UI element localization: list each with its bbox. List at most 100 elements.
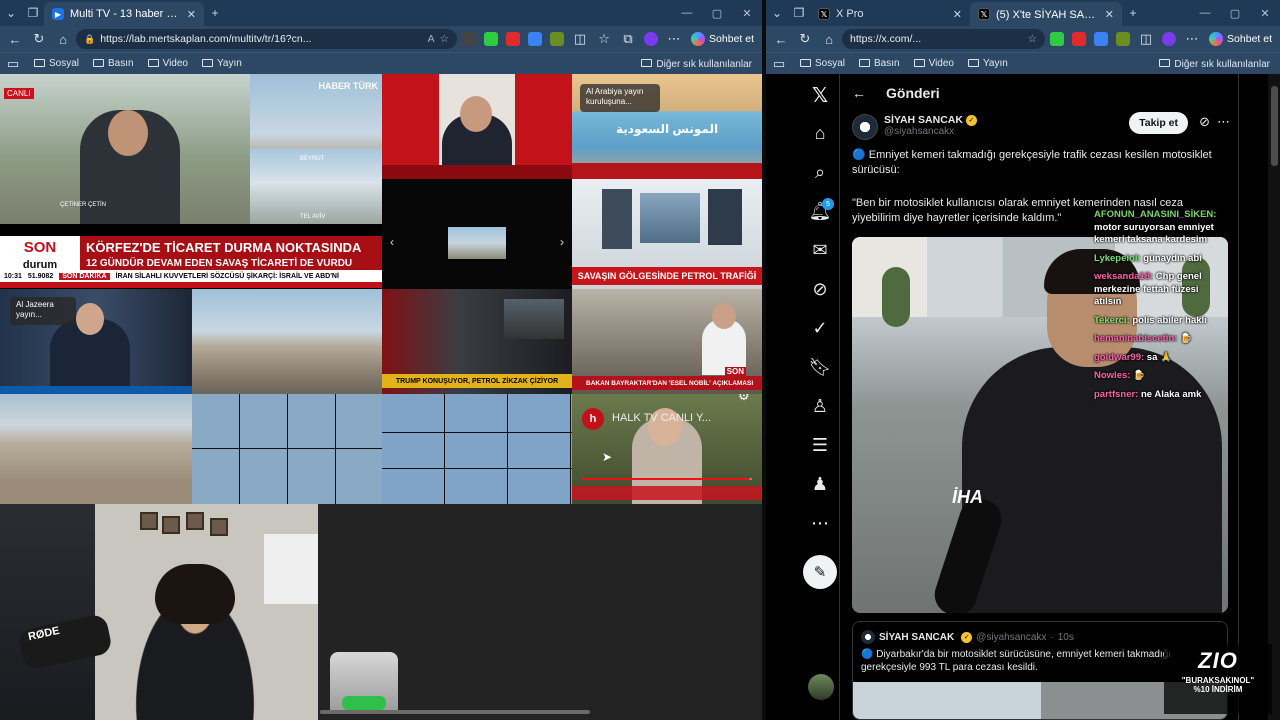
refresh-icon[interactable]: ↻	[794, 28, 816, 50]
new-tab-icon[interactable]: +	[1122, 2, 1144, 24]
tv-jerusalem-cam[interactable]	[0, 394, 192, 504]
address-bar[interactable]: 🔒 https://lab.mertskaplan.com/multitv/tr…	[76, 29, 458, 49]
bookmark-basin[interactable]: Basın	[93, 58, 134, 69]
back-icon[interactable]: ←	[4, 28, 26, 50]
back-arrow-icon[interactable]: ←	[852, 85, 866, 101]
favorite-star-icon[interactable]: ☆	[1028, 33, 1037, 45]
extension-gear-icon[interactable]	[550, 32, 565, 46]
extension-gear-icon[interactable]	[1116, 32, 1131, 46]
carousel-prev-icon[interactable]: ‹	[390, 235, 394, 249]
copilot-button[interactable]: Sohbet et	[687, 32, 758, 46]
x-page: 𝕏 ⌂ ⌕ 🔔︎5 ✉ ⊘ ✓ 🔖︎ ♙ ☰ ♟ ⋯ ✎ ← Gönderi	[766, 74, 1280, 720]
maximize-icon[interactable]: ▢	[702, 0, 732, 26]
minimize-icon[interactable]: —	[1190, 0, 1220, 26]
sidebar-toggle-icon[interactable]: ▭	[772, 53, 786, 75]
video-tree	[882, 267, 910, 327]
refresh-icon[interactable]: ↻	[28, 28, 50, 50]
tv-trump-studio[interactable]: TRUMP KONUŞUYOR, PETROL ZİKZAK ÇİZİYOR	[382, 289, 572, 394]
tv-city-cam-1[interactable]	[192, 289, 382, 394]
settings-gear-icon[interactable]: ⚙	[738, 394, 756, 406]
tv-erdogan-speech[interactable]	[382, 74, 572, 179]
close-tab-icon[interactable]: ✕	[953, 8, 962, 21]
copilot-button[interactable]: Sohbet et	[1205, 32, 1276, 46]
translate-icon[interactable]	[1094, 32, 1109, 46]
profile-avatar-icon[interactable]	[1162, 32, 1177, 46]
bookmark-video[interactable]: Video	[147, 58, 188, 69]
tab-actions-icon[interactable]: ⌄	[0, 2, 22, 24]
minimize-icon[interactable]: —	[672, 0, 702, 26]
author-avatar[interactable]	[852, 114, 878, 140]
home-icon[interactable]: ⌂	[52, 28, 74, 50]
account-avatar[interactable]	[808, 674, 834, 700]
scrollbar-thumb[interactable]	[1271, 86, 1278, 166]
close-window-icon[interactable]: ✕	[1250, 0, 1280, 26]
tv-halk-tv[interactable]: h HALK TV CANLI Y... ⚙	[572, 394, 762, 504]
split-screen-icon[interactable]: ◫	[569, 28, 591, 50]
sidebar-toggle-icon[interactable]: ▭	[6, 53, 20, 75]
maximize-icon[interactable]: ▢	[1220, 0, 1250, 26]
extension-red-icon[interactable]	[1072, 32, 1087, 46]
more-menu-icon[interactable]: ⋯	[1181, 28, 1203, 50]
home-icon[interactable]: ⌂	[818, 28, 840, 50]
profile-avatar-icon[interactable]	[644, 32, 659, 46]
al-arabiya-popup[interactable]: Al Arabiya yayın kuruluşuna...	[580, 84, 660, 112]
extension-green-icon[interactable]	[1050, 32, 1065, 46]
tv-multi-cam-2[interactable]	[382, 394, 572, 504]
carousel-next-icon[interactable]: ›	[560, 235, 564, 249]
split-screen-icon[interactable]: ◫	[1135, 28, 1157, 50]
favorite-star-icon[interactable]: ☆	[440, 33, 449, 45]
more-options-icon[interactable]: ⋯	[1217, 114, 1230, 130]
arabic-headline: المونس السعودية	[616, 122, 719, 136]
bookmark-yayin[interactable]: Yayın	[202, 58, 242, 69]
close-tab-icon[interactable]: ✕	[187, 8, 196, 21]
news-ticker: 10:31 51.9082 SON DAKİKA İRAN SİLAHLI KU…	[0, 270, 382, 282]
tab-x-post[interactable]: 𝕏 (5) X'te SİYAH SANCAK: "🔵 E ✕	[970, 2, 1122, 26]
al-jazeera-popup[interactable]: Al Jazeera yayın...	[10, 297, 76, 325]
workspaces-icon[interactable]: ❐	[788, 2, 810, 24]
bookmark-label: Basın	[874, 58, 900, 69]
chat-message: partfsner: ne Alaka amk	[1094, 389, 1219, 402]
bookmark-sosyal[interactable]: Sosyal	[800, 58, 845, 69]
workspaces-icon[interactable]: ❐	[22, 2, 44, 24]
author-name-row[interactable]: SİYAH SANCAK ✓	[884, 114, 977, 126]
more-menu-icon[interactable]: ⋯	[663, 28, 685, 50]
bookmark-yayin[interactable]: Yayın	[968, 58, 1008, 69]
bookmark-sosyal[interactable]: Sosyal	[34, 58, 79, 69]
favorites-icon[interactable]: ☆	[593, 28, 615, 50]
tv-al-arabiya[interactable]: Al Arabiya yayın kuruluşuna... المونس ال…	[572, 74, 762, 179]
tv-habertrk-reporter[interactable]: BAKAN BAYRAKTAR'DAN 'ESEL NOBİL' AÇIKLAM…	[572, 289, 762, 394]
reader-icon[interactable]: A	[428, 33, 435, 45]
close-tab-icon[interactable]: ✕	[1105, 8, 1114, 21]
tab-multitv[interactable]: ▶ Multi TV - 13 haber kanalını aynı anda…	[44, 2, 204, 26]
tv-haberturk-studio[interactable]: CANLI ÇETİNER ÇETİN	[0, 74, 250, 224]
author-handle[interactable]: @siyahsancakx	[884, 126, 977, 137]
tv-ntv-petrol[interactable]: SAVAŞIN GÖLGESİNDE PETROL TRAFİĞİ	[572, 179, 762, 289]
tab-x-pro[interactable]: 𝕏 X Pro ✕	[810, 2, 970, 26]
other-bookmarks[interactable]: Diğer sık kullanılanlar	[1159, 53, 1270, 75]
bookmark-video[interactable]: Video	[913, 58, 954, 69]
extension-green-icon[interactable]	[484, 32, 499, 46]
wall-frame	[162, 516, 180, 534]
address-bar[interactable]: https://x.com/... ☆	[842, 29, 1046, 49]
back-icon[interactable]: ←	[770, 28, 792, 50]
follow-button[interactable]: Takip et	[1129, 112, 1188, 134]
horizontal-scrollbar[interactable]	[320, 710, 590, 714]
tv-carousel[interactable]: ‹ ›	[382, 179, 572, 289]
compose-post-icon[interactable]: ✎	[803, 555, 837, 589]
grok-explain-icon[interactable]: ⊘	[1199, 114, 1210, 130]
vertical-scrollbar[interactable]	[1268, 74, 1280, 720]
extension-red-icon[interactable]	[506, 32, 521, 46]
post-author: SİYAH SANCAK ✓ @siyahsancakx	[852, 114, 977, 140]
extension-icon[interactable]	[462, 32, 477, 46]
son-logo: SON	[724, 367, 746, 376]
tab-actions-icon[interactable]: ⌄	[766, 2, 788, 24]
new-tab-icon[interactable]: +	[204, 2, 226, 24]
translate-icon[interactable]	[528, 32, 543, 46]
tv-multi-cam-1[interactable]	[192, 394, 382, 504]
collections-icon[interactable]: ⧉	[617, 28, 639, 50]
tv-beyrut-telaviv[interactable]: HABER TÜRK BEYRUT TEL AVİV	[250, 74, 382, 224]
other-bookmarks[interactable]: Diğer sık kullanılanlar	[641, 53, 752, 75]
bookmark-basin[interactable]: Basın	[859, 58, 900, 69]
close-window-icon[interactable]: ✕	[732, 0, 762, 26]
tv-al-jazeera[interactable]: Al Jazeera yayın...	[0, 289, 192, 394]
